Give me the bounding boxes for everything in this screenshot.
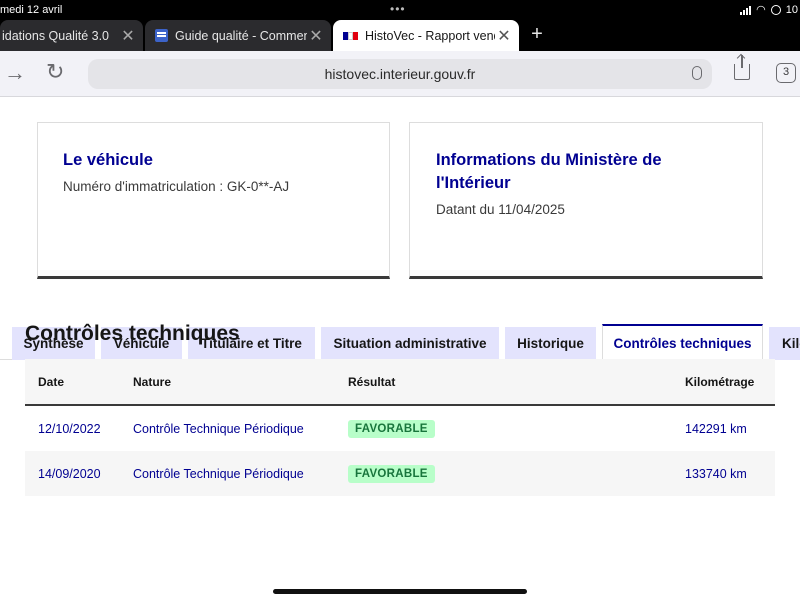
tab-kilometrage[interactable]: Kilo [769,327,800,360]
result-badge: FAVORABLE [348,464,435,483]
tab-historique[interactable]: Historique [505,327,596,360]
cellular-signal-icon [740,5,752,15]
document-icon [155,29,168,42]
battery-level: 10 [785,3,798,16]
browser-tab-guide[interactable]: Guide qualité - Comment ✕ [145,20,331,51]
registration-number: Numéro d'immatriculation : GK-0**-AJ [63,179,290,194]
tab-situation-administrative[interactable]: Situation administrative [321,327,499,360]
ministry-card-title: Informations du Ministère de l'Intérieur [436,151,662,192]
data-date: Datant du 11/04/2025 [436,202,565,217]
column-header-mileage: Kilométrage [685,374,755,389]
home-indicator[interactable] [273,589,527,594]
section-title: Contrôles techniques [25,322,240,345]
wifi-icon: ◠ [756,4,766,16]
close-icon[interactable]: ✕ [307,26,325,46]
row-nature: Contrôle Technique Périodique [133,466,304,481]
french-flag-icon [343,31,358,40]
result-badge: FAVORABLE [348,419,435,438]
multitasking-dots-icon[interactable]: ••• [390,2,406,16]
column-header-result: Résultat [348,374,396,389]
browser-tab-label: HistoVec - Rapport vendeur [365,28,495,43]
browser-tab-strip: idations Qualité 3.0 ✕ Guide qualité - C… [0,20,800,51]
tab-count-button[interactable]: 3 [776,63,796,83]
status-time: medi 12 avril [0,4,63,16]
status-bar: medi 12 avril ••• ◠ 10 [0,0,800,20]
browser-tab-histovec[interactable]: HistoVec - Rapport vendeur ✕ [333,20,519,51]
browser-toolbar: → ↻ histovec.interieur.gouv.fr 3 [0,51,800,97]
vehicle-card-title: Le véhicule [63,151,153,169]
inspections-table: Date Nature Résultat Kilométrage 12/10/2… [25,359,775,496]
row-nature: Contrôle Technique Périodique [133,421,304,436]
share-icon[interactable] [734,55,750,80]
row-mileage: 133740 km [685,466,747,481]
forward-arrow-icon[interactable]: → [4,60,26,86]
url-text: histovec.interieur.gouv.fr [324,66,476,82]
browser-tab-label: idations Qualité 3.0 [2,28,110,43]
new-tab-plus-icon[interactable]: + [527,23,547,46]
status-badge: FAVORABLE [348,464,435,483]
ministry-info-card: Informations du Ministère de l'Intérieur… [409,122,763,279]
battery-icon [770,4,781,15]
browser-tab-qualite[interactable]: idations Qualité 3.0 ✕ [0,20,143,51]
reload-icon[interactable]: ↻ [46,59,64,85]
close-icon[interactable]: ✕ [495,26,513,46]
close-icon[interactable]: ✕ [119,26,137,46]
page-content: Le véhicule Numéro d'immatriculation : G… [0,97,800,600]
browser-tab-label: Guide qualité - Comment [175,28,307,43]
table-row: 14/09/2020 Contrôle Technique Périodique… [25,451,775,496]
address-bar[interactable]: histovec.interieur.gouv.fr [88,59,712,89]
column-header-nature: Nature [133,374,172,389]
tab-controles-techniques[interactable]: Contrôles techniques [602,324,763,361]
microphone-icon[interactable] [692,66,702,80]
row-date: 14/09/2020 [38,466,101,481]
table-row: 12/10/2022 Contrôle Technique Périodique… [25,406,775,451]
table-header: Date Nature Résultat Kilométrage [25,359,775,406]
column-header-date: Date [38,374,65,389]
system-indicators: ◠ 10 [740,3,798,16]
vehicle-card: Le véhicule Numéro d'immatriculation : G… [37,122,390,279]
row-mileage: 142291 km [685,421,747,436]
status-badge: FAVORABLE [348,419,435,438]
row-date: 12/10/2022 [38,421,101,436]
